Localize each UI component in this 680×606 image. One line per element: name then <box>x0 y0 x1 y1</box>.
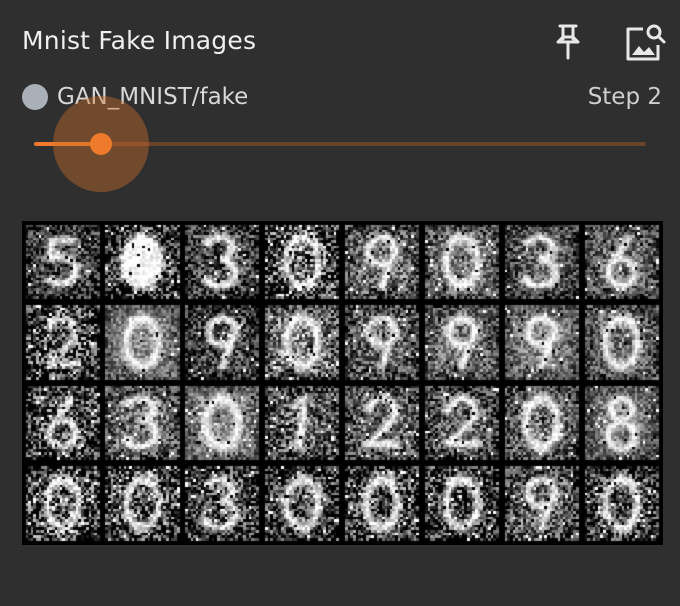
step-slider[interactable] <box>34 96 646 192</box>
pin-icon <box>556 24 580 60</box>
generated-image-grid <box>22 221 663 545</box>
image-settings-button[interactable] <box>620 18 670 66</box>
image-grid[interactable] <box>22 221 663 545</box>
image-card: Mnist Fake Images GAN_MNIST/fake Step 2 <box>0 0 680 606</box>
pin-button[interactable] <box>546 20 590 64</box>
card-title: Mnist Fake Images <box>22 26 257 55</box>
image-settings-icon <box>626 24 666 61</box>
